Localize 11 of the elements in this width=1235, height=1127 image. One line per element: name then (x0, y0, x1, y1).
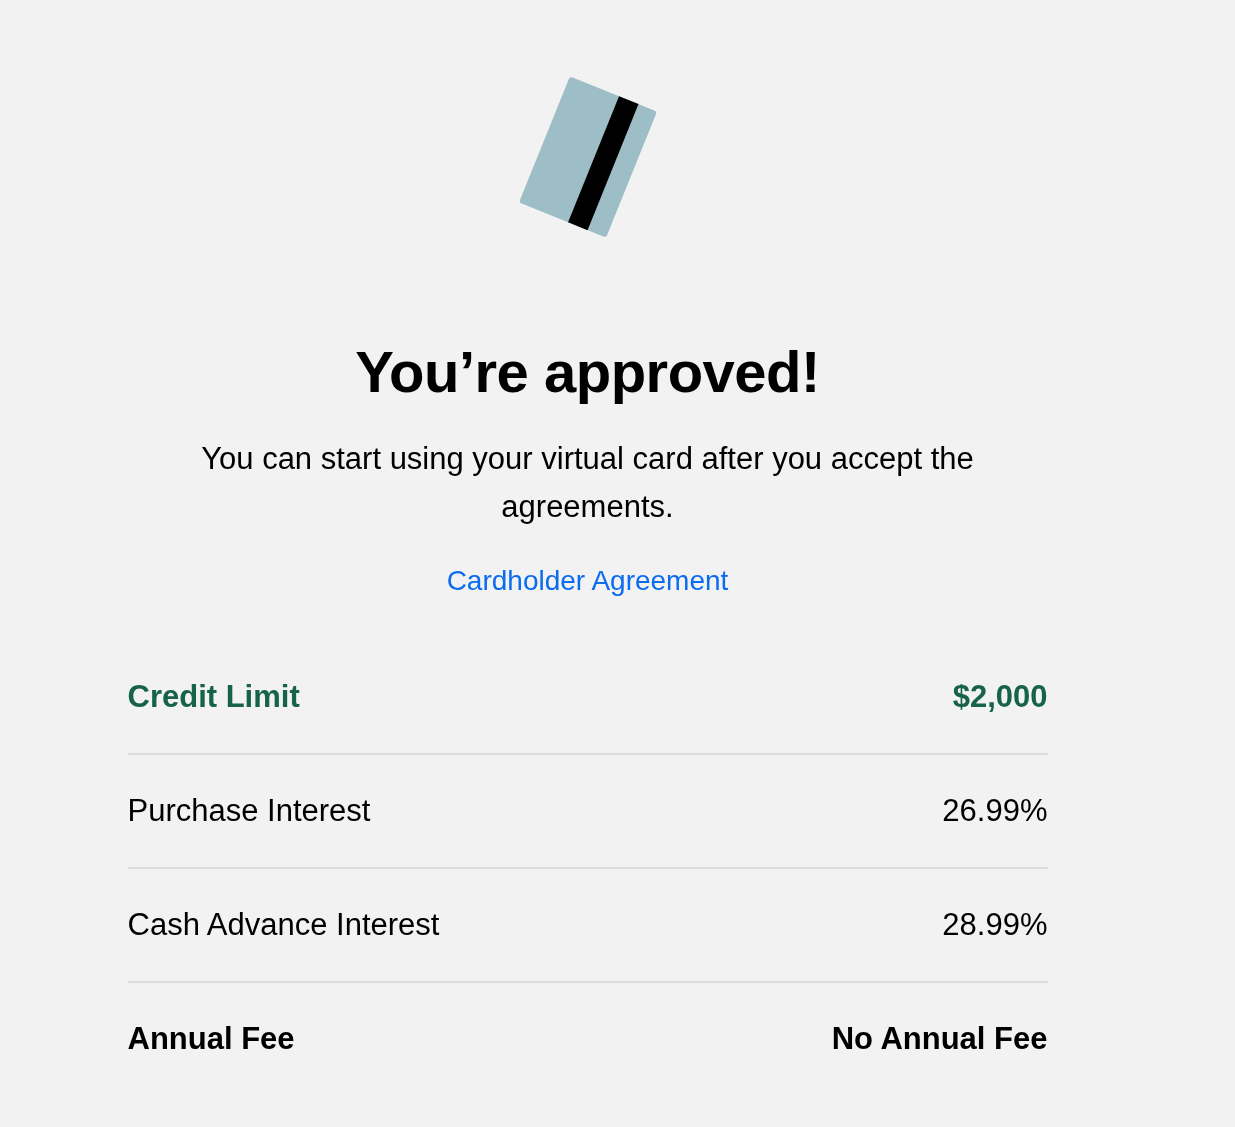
term-label: Purchase Interest (127, 793, 371, 829)
page-heading: You’re approved! (355, 339, 820, 405)
term-label: Credit Limit (127, 679, 300, 715)
term-label: Cash Advance Interest (127, 907, 440, 943)
approval-message: You can start using your virtual card after you accept the agreements. (200, 440, 975, 526)
term-value: $2,000 (952, 679, 1048, 715)
term-label: Annual Fee (127, 1021, 295, 1057)
term-value: 28.99% (942, 907, 1048, 943)
agreement-link[interactable]: Cardholder Agreement (446, 565, 729, 597)
term-value: No Annual Fee (831, 1021, 1048, 1057)
term-value: 26.99% (942, 793, 1048, 829)
